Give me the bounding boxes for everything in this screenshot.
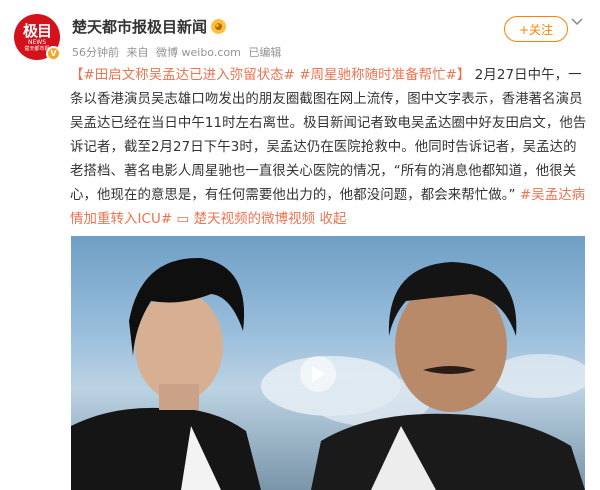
verified-icon: V (46, 46, 61, 61)
source-prefix: 来自 (126, 46, 149, 59)
video-icon: ▭ (176, 212, 190, 227)
post-time[interactable]: 56分钟前 (72, 46, 119, 59)
source-link[interactable]: 微博 weibo.com (156, 46, 241, 59)
avatar-logo-sub: NEWS (27, 38, 47, 46)
post-meta: 56分钟前 来自 微博 weibo.com 已编辑 (72, 44, 285, 60)
post-body: 2月27日中午，一条以香港演员吴志雄口吻发出的朋友圈截图在网上流传，图中文字表示… (70, 68, 587, 203)
topic-link[interactable]: #周星驰称随时准备帮忙#】 (299, 68, 470, 83)
play-icon[interactable] (300, 356, 336, 392)
avatar-logo-text: 极目 (22, 21, 52, 40)
video-link[interactable]: ▭ 楚天视频的微博视频 (177, 212, 320, 227)
follow-button[interactable]: +关注 (504, 16, 568, 42)
edited-label: 已编辑 (248, 46, 282, 59)
author-name[interactable]: 楚天都市报极目新闻 (72, 16, 207, 37)
video-link-label: 楚天视频的微博视频 (193, 212, 316, 227)
vip-icon[interactable]: ◕ (211, 19, 227, 34)
post-text: 【#田启文称吴孟达已进入弥留状态# #周星驰称随时准备帮忙#】 2月27日中午，… (70, 64, 590, 232)
collapse-link[interactable]: 收起 (319, 212, 346, 227)
topic-link[interactable]: 【#田启文称吴孟达已进入弥留状态# (70, 68, 295, 83)
author-header: 楚天都市报极目新闻 ◕ (72, 16, 227, 37)
chevron-down-icon[interactable] (570, 14, 586, 30)
